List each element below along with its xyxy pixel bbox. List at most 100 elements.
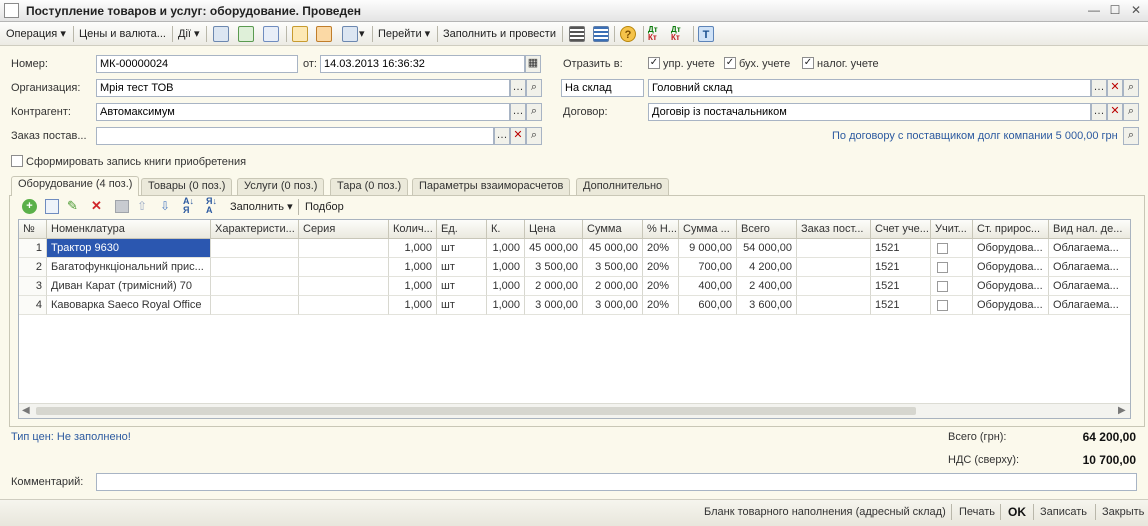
add-icon[interactable]: + [22,199,37,214]
table-cell-nomenclature[interactable]: Диван Карат (тримісний) 70 [47,277,211,296]
select-button[interactable]: … [510,103,526,121]
minimize-icon[interactable]: — [1085,3,1103,18]
column-header-coefficient[interactable]: К. [487,220,525,239]
column-header-price[interactable]: Цена [525,220,583,239]
copy-row-icon[interactable] [45,199,59,214]
table-cell-account[interactable]: 1521 [871,277,931,296]
table-cell-coefficient[interactable]: 1,000 [487,277,525,296]
table-cell-amount[interactable]: 2 000,00 [583,277,643,296]
dt-kt-tax-icon[interactable]: Дт Кт [671,26,687,42]
select-button[interactable]: … [510,79,526,97]
column-header-tax-accounting[interactable]: Учит... [931,220,973,239]
table-cell-row-number[interactable]: 2 [19,258,47,277]
tab-settlement-params[interactable]: Параметры взаиморасчетов [412,178,571,195]
table-cell-characteristic[interactable] [211,258,299,277]
column-header-account[interactable]: Счет уче... [871,220,931,239]
checkbox-box[interactable] [937,299,948,311]
table-cell-characteristic[interactable] [211,296,299,315]
table-cell-row-number[interactable]: 4 [19,296,47,315]
tax-accounting-checkbox[interactable] [931,239,973,258]
sort-ascending-icon[interactable]: А↓ Я [183,197,199,215]
tax-accounting-checkbox[interactable] [931,277,973,296]
tax-accounting-checkbox[interactable] [931,258,973,277]
search-icon[interactable]: ⌕ [1123,103,1139,121]
column-header-total[interactable]: Всего [737,220,797,239]
column-header-vat-rate[interactable]: % Н... [643,220,679,239]
table-cell-total[interactable]: 3 600,00 [737,296,797,315]
warehouse-type-select[interactable]: На склад [561,79,644,97]
scrollbar-thumb[interactable] [36,407,916,415]
select-button[interactable]: … [494,127,510,145]
actions-menu[interactable]: Дії ▾ [178,26,200,42]
dt-kt-icon[interactable]: Дт Кт [648,26,664,42]
print-dropdown-icon[interactable]: ▾ [359,26,365,42]
column-header-quantity[interactable]: Колич... [389,220,437,239]
date-field[interactable]: 14.03.2013 16:36:32 [320,55,525,73]
print-button[interactable]: Печать [959,504,995,520]
select-button[interactable]: … [1091,103,1107,121]
close-button[interactable]: Закрыть [1102,504,1144,520]
table-cell-total[interactable]: 54 000,00 [737,239,797,258]
create-based-icon[interactable] [292,26,308,42]
table-cell-series[interactable] [299,296,389,315]
table-cell-price[interactable]: 2 000,00 [525,277,583,296]
table-cell-amount[interactable]: 45 000,00 [583,239,643,258]
calendar-icon[interactable]: ▦ [525,55,541,73]
prices-currency-button[interactable]: Цены и валюта... [79,26,166,42]
table-cell-account[interactable]: 1521 [871,258,931,277]
refresh-icon[interactable] [238,26,254,42]
column-header-row-number[interactable]: № [19,220,47,239]
table-cell-vat-amount[interactable]: 400,00 [679,277,737,296]
table-cell-vat-rate[interactable]: 20% [643,239,679,258]
maximize-icon[interactable]: ☐ [1106,3,1124,18]
table-cell-unit[interactable]: шт [437,277,487,296]
column-header-supplier-order[interactable]: Заказ пост... [797,220,871,239]
clear-icon[interactable]: ✕ [1107,103,1123,121]
move-down-icon[interactable]: ⇩ [160,198,175,214]
table-cell-nomenclature[interactable]: Трактор 9630 [47,239,211,258]
clear-icon[interactable]: ✕ [510,127,526,145]
post-icon[interactable] [213,26,229,42]
table-cell-total[interactable]: 2 400,00 [737,277,797,296]
price-type-link[interactable]: Тип цен: Не заполнено! [11,431,131,443]
column-header-characteristic[interactable]: Характеристи... [211,220,299,239]
search-icon[interactable]: ⌕ [1123,79,1139,97]
help-icon[interactable]: ? [620,26,636,42]
close-icon[interactable]: ✕ [1127,3,1145,18]
table-cell-vat-rate[interactable]: 20% [643,258,679,277]
tab-equipment[interactable]: Оборудование (4 поз.) [11,176,140,196]
table-cell-coefficient[interactable]: 1,000 [487,258,525,277]
table-cell-coefficient[interactable]: 1,000 [487,239,525,258]
table-cell-price[interactable]: 45 000,00 [525,239,583,258]
checkbox-box[interactable] [937,280,948,292]
table-cell-account[interactable]: 1521 [871,296,931,315]
save-button[interactable]: Записать [1040,504,1087,520]
debt-link[interactable]: По договору с поставщиком долг компании … [832,130,1118,142]
clear-icon[interactable]: ✕ [1107,79,1123,97]
contract-field[interactable]: Договір із постачальником [648,103,1091,121]
goods-fill-form-button[interactable]: Бланк товарного наполнения (адресный скл… [704,504,946,520]
mgmt-accounting-checkbox[interactable]: ✓ [648,57,660,69]
table-cell-price[interactable]: 3 500,00 [525,258,583,277]
table-cell-account[interactable]: 1521 [871,239,931,258]
horizontal-scrollbar[interactable]: ◀ ▶ [19,403,1130,418]
table-cell-quantity[interactable]: 1,000 [389,239,437,258]
column-header-tax-activity[interactable]: Вид нал. де... [1049,220,1130,239]
table-cell-price[interactable]: 3 000,00 [525,296,583,315]
ok-button[interactable]: OK [1008,504,1026,520]
table-cell-vat-amount[interactable]: 600,00 [679,296,737,315]
table-cell-total[interactable]: 4 200,00 [737,258,797,277]
table-cell-nomenclature[interactable]: Багатофункціональний прис... [47,258,211,277]
number-field[interactable]: МК-00000024 [96,55,298,73]
table-cell-cost-item[interactable]: Оборудова... [973,296,1049,315]
tab-additional[interactable]: Дополнительно [576,178,670,195]
comment-field[interactable] [96,473,1137,491]
bookkeeping-checkbox[interactable]: ✓ [724,57,736,69]
tax-accounting-checkbox[interactable]: ✓ [802,57,814,69]
table-cell-series[interactable] [299,258,389,277]
table-cell-vat-rate[interactable]: 20% [643,277,679,296]
table-cell-unit[interactable]: шт [437,258,487,277]
table-cell-vat-amount[interactable]: 9 000,00 [679,239,737,258]
column-header-amount[interactable]: Сумма [583,220,643,239]
table-cell-vat-amount[interactable]: 700,00 [679,258,737,277]
